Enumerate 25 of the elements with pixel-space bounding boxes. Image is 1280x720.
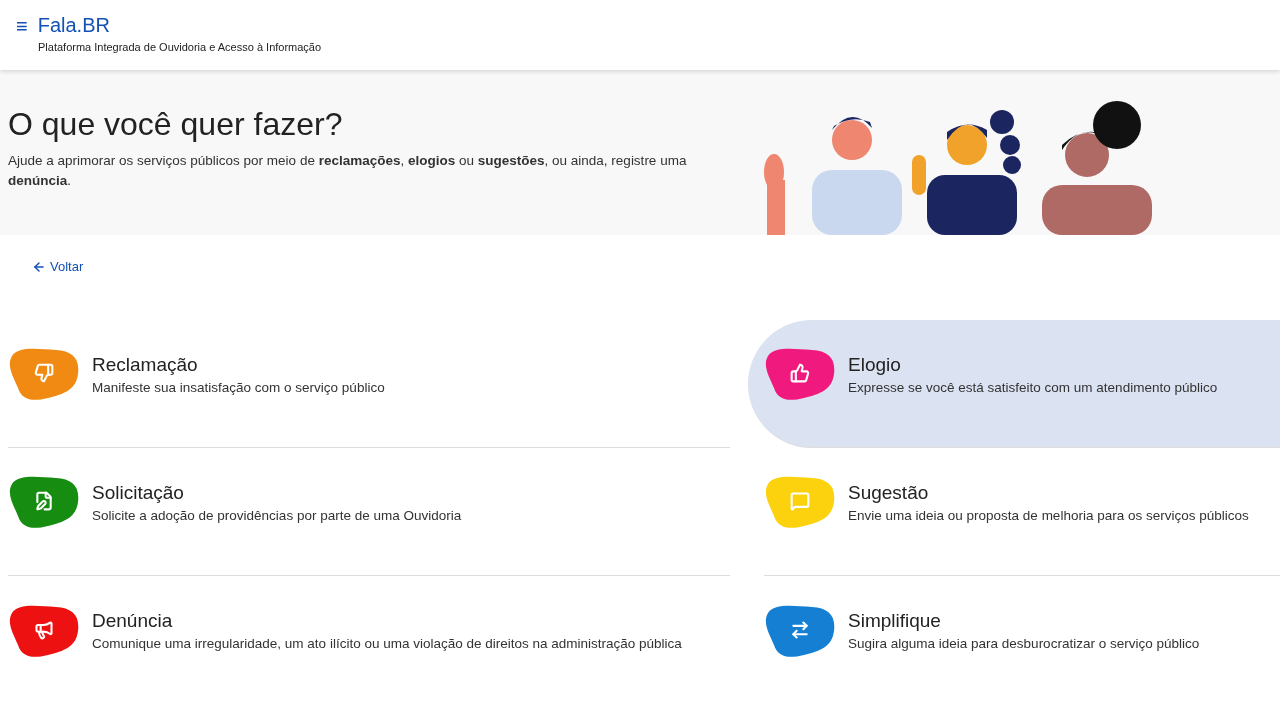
option-item[interactable]: Simplifique Sugira alguma ideia para desburocratizar o serviço público	[764, 575, 1280, 704]
option-description: Envie uma ideia ou proposta de melhoria para os serviços públicos	[848, 507, 1249, 523]
option-item[interactable]: Sugestão Envie uma ideia ou proposta de melhoria para os serviços públicos	[764, 447, 1280, 576]
option-title: Solicitação	[92, 481, 185, 504]
option-title: Denúncia	[92, 610, 174, 632]
option-item[interactable]: Elogio Expresse se você está satisfeito com um atendimento público	[748, 319, 1280, 448]
site-title[interactable]: Fala.BR	[37, 14, 110, 37]
option-title: Reclamação	[92, 353, 199, 376]
page-heading: O que você quer fazer?	[8, 106, 344, 143]
back-link[interactable]: Voltar	[32, 259, 84, 274]
option-title: Sugestão	[848, 481, 930, 504]
option-title: Elogio	[848, 353, 902, 376]
option-description: Manifeste sua insatisfação com o serviço público	[92, 379, 385, 395]
option-description: Solicite a adoção de providências por parte de uma Ouvidoria	[92, 507, 462, 523]
site-subtitle: Plataforma Integrada de Ouvidoria e Acesso à Informação	[38, 41, 323, 53]
intro-text: Ajude a aprimorar os serviços públicos por meio de reclamações, elogios ou sugestões, ou ainda, registre uma denúncia.	[8, 152, 688, 190]
menu-button[interactable]: ≡	[16, 15, 28, 36]
option-description: Comunique uma irregularidade, um ato ilícito ou uma violação de direitos na administração pública	[92, 636, 682, 651]
option-item[interactable]: Solicitação Solicite a adoção de providências por parte de uma Ouvidoria	[8, 447, 730, 576]
option-description: Expresse se você está satisfeito com um atendimento público	[848, 379, 1218, 395]
arrow-left-icon	[32, 259, 46, 274]
option-title: Simplifique	[848, 610, 942, 632]
option-item[interactable]: Reclamação Manifeste sua insatisfação com o serviço público	[8, 319, 730, 448]
option-item[interactable]: Denúncia Comunique uma irregularidade, um ato ilícito ou uma violação de direitos na administração pública	[8, 575, 730, 704]
option-description: Sugira alguma ideia para desburocratizar o serviço público	[848, 636, 1200, 651]
